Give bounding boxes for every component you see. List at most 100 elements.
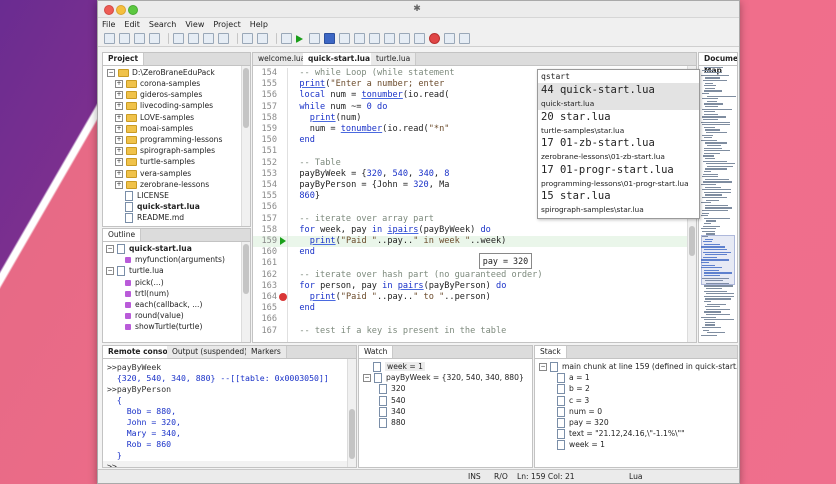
collapse-icon[interactable]: − [106,245,114,253]
watch-item[interactable]: week = 1 [373,361,425,372]
run-to-icon[interactable] [309,33,320,44]
collapse-icon[interactable]: − [363,374,371,383]
tab-stack[interactable]: Stack [535,346,567,358]
outline-function[interactable]: each(callback, ...) [125,299,202,310]
stack-icon[interactable] [414,33,425,44]
replace-icon[interactable] [257,33,268,44]
cut-icon[interactable] [173,33,184,44]
scroll-thumb[interactable] [243,68,249,128]
new-file-icon[interactable] [104,33,115,44]
outline-file[interactable]: − quick-start.lua [106,243,192,254]
tree-file-item[interactable]: README.md [125,212,184,224]
tab-output[interactable]: Output (suspended) [167,346,254,358]
outline-function[interactable]: round(value) [125,310,184,321]
quick-open-item-title[interactable]: 17 01-progr-start.lua [541,164,674,176]
tree-folder-item[interactable]: + spirograph-samples [115,145,215,156]
step-out-icon[interactable] [369,33,380,44]
tree-folder-item[interactable]: + zerobrane-lessons [115,179,209,190]
collapse-icon[interactable]: − [539,363,547,371]
stop-icon[interactable] [324,33,335,44]
scroll-thumb[interactable] [689,226,695,256]
scroll-thumb[interactable] [349,409,355,459]
paste-icon[interactable] [203,33,214,44]
run-icon[interactable] [296,34,303,43]
tree-folder-item[interactable]: + LOVE-samples [115,112,194,123]
copy-icon[interactable] [188,33,199,44]
break-icon[interactable] [384,33,395,44]
stack-variable[interactable]: week = 1 [557,439,605,451]
stack-variable[interactable]: b = 2 [557,383,590,395]
tree-folder-item[interactable]: + moai-samples [115,123,193,134]
stack-frame[interactable]: − main chunk at line 159 (defined in quic… [539,361,737,372]
quick-open-item-title[interactable]: 20 star.lua [541,111,611,123]
menu-file[interactable]: File [102,18,115,31]
quick-open-item-title[interactable]: 44 quick-start.lua [541,84,655,96]
expand-icon[interactable]: + [115,147,123,156]
fold-margin[interactable] [287,68,288,342]
menu-view[interactable]: View [185,18,204,31]
tree-file-item[interactable]: LICENSE [125,190,169,201]
expand-icon[interactable]: + [115,113,123,122]
quick-open-input[interactable]: qstart [541,72,570,81]
outline-function[interactable]: pick(...) [125,277,164,288]
expand-icon[interactable]: + [115,124,123,133]
menu-search[interactable]: Search [149,18,176,31]
document-minimap[interactable] [701,67,736,340]
step-icon[interactable] [281,33,292,44]
tab-markers[interactable]: Markers [246,346,287,358]
scroll-thumb[interactable] [243,244,249,294]
save-icon[interactable] [134,33,145,44]
tree-folder-item[interactable]: + gideros-samples [115,89,202,100]
open-file-icon[interactable] [119,33,130,44]
tree-folder-item[interactable]: + turtle-samples [115,156,195,167]
menu-help[interactable]: Help [250,18,268,31]
tree-file-item[interactable]: quick-start.lua [125,201,200,213]
tab-turtle[interactable]: turtle.lua [371,53,417,65]
stack-variable[interactable]: text = "21.12,24.16,\"-1.1%\"" [557,428,685,440]
watch-child-item[interactable]: 880 [379,417,406,428]
outline-scrollbar[interactable] [241,242,250,342]
tree-folder-item[interactable]: + corona-samples [115,78,200,89]
stack-variable[interactable]: num = 0 [557,406,602,417]
tree-folder-item[interactable]: + livecoding-samples [115,100,213,111]
tab-outline[interactable]: Outline [103,229,142,241]
save-all-icon[interactable] [149,33,160,44]
expand-icon[interactable]: + [115,102,123,111]
bookmark-next-icon[interactable] [459,33,470,44]
outline-function[interactable]: trtl(num) [125,288,169,299]
menu-edit[interactable]: Edit [124,18,140,31]
maximize-window-button[interactable] [128,5,138,15]
collapse-icon[interactable]: − [106,267,114,276]
stack-variable[interactable]: pay = 320 [557,417,609,428]
quick-open-item-title[interactable]: 15 star.lua [541,190,611,202]
expand-icon[interactable]: + [115,158,123,167]
breakpoint-toggle-icon[interactable] [429,33,440,44]
project-scrollbar[interactable] [241,66,250,226]
expand-icon[interactable]: + [115,91,123,100]
stack-variable[interactable]: a = 1 [557,372,590,384]
outline-function[interactable]: myfunction(arguments) [125,254,225,265]
minimap-viewport[interactable] [701,235,735,285]
outline-function[interactable]: showTurtle(turtle) [125,321,202,332]
tab-document-map[interactable]: Document Map [699,53,737,75]
close-window-button[interactable] [104,5,114,15]
expand-icon[interactable]: + [115,80,123,88]
tree-root[interactable]: − D:\ZeroBraneEduPack [107,67,215,78]
bookmark-icon[interactable] [444,33,455,44]
watch-child-item[interactable]: 540 [379,395,406,406]
tab-watch[interactable]: Watch [359,346,394,358]
step-over-icon[interactable] [354,33,365,44]
watch-child-item[interactable]: 320 [379,383,406,395]
project-icon[interactable] [218,33,229,44]
outline-file[interactable]: − turtle.lua [106,265,164,277]
watch-icon[interactable] [399,33,410,44]
tab-project[interactable]: Project [103,53,145,65]
find-icon[interactable] [242,33,253,44]
expand-icon[interactable]: + [115,180,123,189]
menu-project[interactable]: Project [213,18,240,31]
minimize-window-button[interactable] [116,5,126,15]
quick-open-item-title[interactable]: 17 01-zb-start.lua [541,137,655,149]
console-scrollbar[interactable] [347,359,356,467]
expand-icon[interactable]: + [115,136,123,144]
watch-item[interactable]: − payByWeek = {320, 540, 340, 880} [363,372,524,384]
